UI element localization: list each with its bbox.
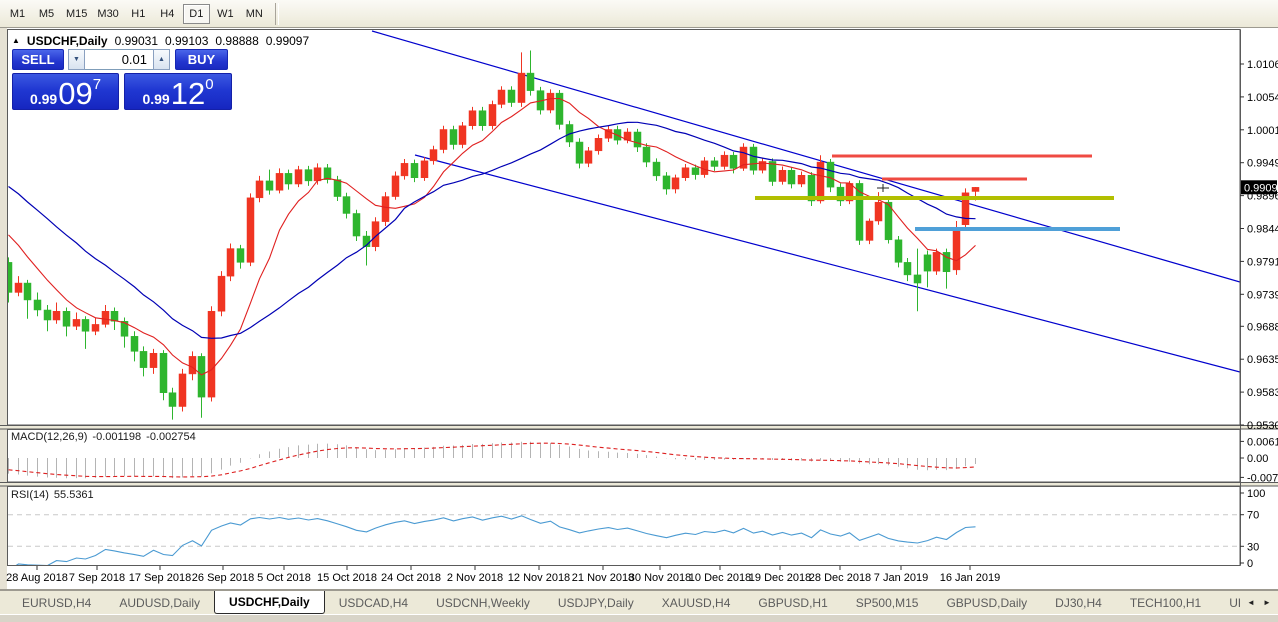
price-axis-label: 1.00015 [1247,125,1278,137]
date-axis-label: 26 Sep 2018 [192,572,254,584]
timeframe-button-d1[interactable]: D1 [183,4,210,24]
sell-price-button[interactable]: 0.99 09 7 [12,73,119,110]
rsi-value: 55.5361 [54,489,94,501]
buy-button[interactable]: BUY [175,49,228,70]
arrow-down-icon: ▼ [73,56,80,63]
ohlc-close: 0.99097 [266,34,309,48]
chart-tab-usdchf[interactable]: USDCHF,Daily [214,591,325,614]
lot-increase-button[interactable]: ▲ [153,49,170,70]
rsi-indicator-label: RSI(14) 55.5361 [11,489,99,501]
chart-tab-sp500[interactable]: SP500,M15 [842,591,933,614]
sell-price-prefix: 0.99 [30,92,57,106]
date-axis-label: 30 Nov 2018 [629,572,691,584]
chart-tab-eurusd[interactable]: EURUSD,H4 [8,591,105,614]
chart-tab-dj30[interactable]: DJ30,H4 [1041,591,1116,614]
chart-tab-gbpusd[interactable]: GBPUSD,Daily [932,591,1041,614]
ohlc-high: 0.99103 [165,34,208,48]
rsi-axis-label: 100 [1247,488,1265,500]
timeframe-button-w1[interactable]: W1 [212,4,239,24]
date-axis-label: 16 Jan 2019 [940,572,1001,584]
date-axis-label: 10 Dec 2018 [689,572,751,584]
macd-value: -0.001198 [92,431,141,443]
timeframe-button-m15[interactable]: M15 [62,4,91,24]
sell-button[interactable]: SELL [12,49,64,70]
timeframe-button-mn[interactable]: MN [241,4,268,24]
chart-tab-usdcnh[interactable]: USDCNH,Weekly [422,591,544,614]
date-axis-label: 7 Jan 2019 [874,572,928,584]
one-click-trading-panel: SELL ▼ ▲ BUY 0.99 09 7 0.99 12 0 [12,49,232,110]
timeframe-button-m30[interactable]: M30 [93,4,122,24]
date-axis-label: 24 Oct 2018 [381,572,441,584]
date-axis-label: 28 Dec 2018 [809,572,871,584]
chart-tab-tech100[interactable]: TECH100,H1 [1116,591,1215,614]
chart-tab-usdjpy[interactable]: USDJPY,Daily [544,591,648,614]
sell-price-sup: 7 [93,77,101,92]
price-axis-label: 1.00540 [1247,92,1278,104]
sell-price-big: 09 [58,81,92,106]
date-axis-label: 28 Aug 2018 [6,572,68,584]
chart-title: ▲ USDCHF,Daily 0.99031 0.99103 0.98888 0… [12,34,309,48]
price-axis-label: 0.96880 [1247,321,1278,333]
macd-axis-label: 0.006137 [1247,436,1278,448]
tabs-scroll-left-button[interactable]: ◄ [1244,595,1258,611]
buy-price-prefix: 0.99 [142,92,169,106]
chart-tab-audusd[interactable]: AUDUSD,Daily [105,591,214,614]
price-axis-label: 0.95305 [1247,420,1278,432]
macd-axis-label: -0.007142 [1247,472,1278,484]
macd-axis-label: 0.00 [1247,453,1268,465]
current-price-label: 0.99097 [1244,182,1278,194]
tabs-scroll-right-button[interactable]: ► [1260,595,1274,611]
lot-decrease-button[interactable]: ▼ [68,49,85,70]
macd-signal-value: -0.002754 [146,431,196,443]
date-axis-label: 21 Nov 2018 [572,572,634,584]
buy-price-sup: 0 [205,77,213,92]
chart-tab-ukoil[interactable]: UKOil,H1 [1215,591,1240,614]
timeframe-button-h4[interactable]: H4 [154,4,181,24]
date-axis-label: 15 Oct 2018 [317,572,377,584]
ohlc-low: 0.98888 [215,34,258,48]
timeframe-button-h1[interactable]: H1 [125,4,152,24]
chart-tab-usdcad[interactable]: USDCAD,H4 [325,591,422,614]
date-axis-label: 7 Sep 2018 [69,572,125,584]
chart-tabbar: EURUSD,H4AUDUSD,DailyUSDCHF,DailyUSDCAD,… [0,590,1278,614]
price-axis-label: 0.97390 [1247,289,1278,301]
date-axis-label: 5 Oct 2018 [257,572,311,584]
date-axis-label: 17 Sep 2018 [129,572,191,584]
price-chart-canvas[interactable]: 1.010651.005401.000150.994900.989650.984… [0,27,1278,590]
lot-size-input[interactable] [85,49,153,70]
symbol-title: USDCHF,Daily [27,34,108,48]
chart-tab-xauusd[interactable]: XAUUSD,H4 [648,591,745,614]
arrow-up-icon: ▲ [158,56,165,63]
chart-window: 1.010651.005401.000150.994900.989650.984… [0,27,1278,590]
date-axis-label: 19 Dec 2018 [749,572,811,584]
rsi-axis-label: 70 [1247,510,1259,522]
price-axis-label: 0.99490 [1247,158,1278,170]
rsi-axis-label: 30 [1247,541,1259,553]
timeframe-button-m1[interactable]: M1 [4,4,31,24]
timeframe-button-group: M1M5M15M30H1H4D1W1MN [0,0,269,27]
chart-tabs: EURUSD,H4AUDUSD,DailyUSDCHF,DailyUSDCAD,… [0,591,1240,614]
ohlc-open: 0.99031 [115,34,158,48]
macd-indicator-label: MACD(12,26,9) -0.001198 -0.002754 [11,431,201,443]
buy-price-button[interactable]: 0.99 12 0 [124,73,232,110]
price-axis-label: 0.95830 [1247,387,1278,399]
price-axis-label: 0.98440 [1247,224,1278,236]
toolbar-separator [275,3,279,25]
price-axis-label: 0.96355 [1247,354,1278,366]
macd-name: MACD(12,26,9) [11,431,87,443]
rsi-axis-label: 0 [1247,558,1253,570]
tab-scroll-buttons: ◄ ► [1240,591,1278,614]
rsi-name: RSI(14) [11,489,49,501]
price-axis-label: 0.97915 [1247,256,1278,268]
symbol-marker-icon: ▲ [12,36,20,45]
timeframe-button-m5[interactable]: M5 [33,4,60,24]
chart-tab-gbpusd[interactable]: GBPUSD,H1 [744,591,841,614]
mt4-terminal: { "toolbar": { "timeframes": ["M1","M5",… [0,0,1278,621]
date-axis-label: 12 Nov 2018 [508,572,570,584]
price-axis-label: 1.01065 [1247,59,1278,71]
buy-price-big: 12 [171,81,205,106]
timeframe-toolbar: M1M5M15M30H1H4D1W1MN [0,0,1278,28]
date-axis-label: 2 Nov 2018 [447,572,503,584]
